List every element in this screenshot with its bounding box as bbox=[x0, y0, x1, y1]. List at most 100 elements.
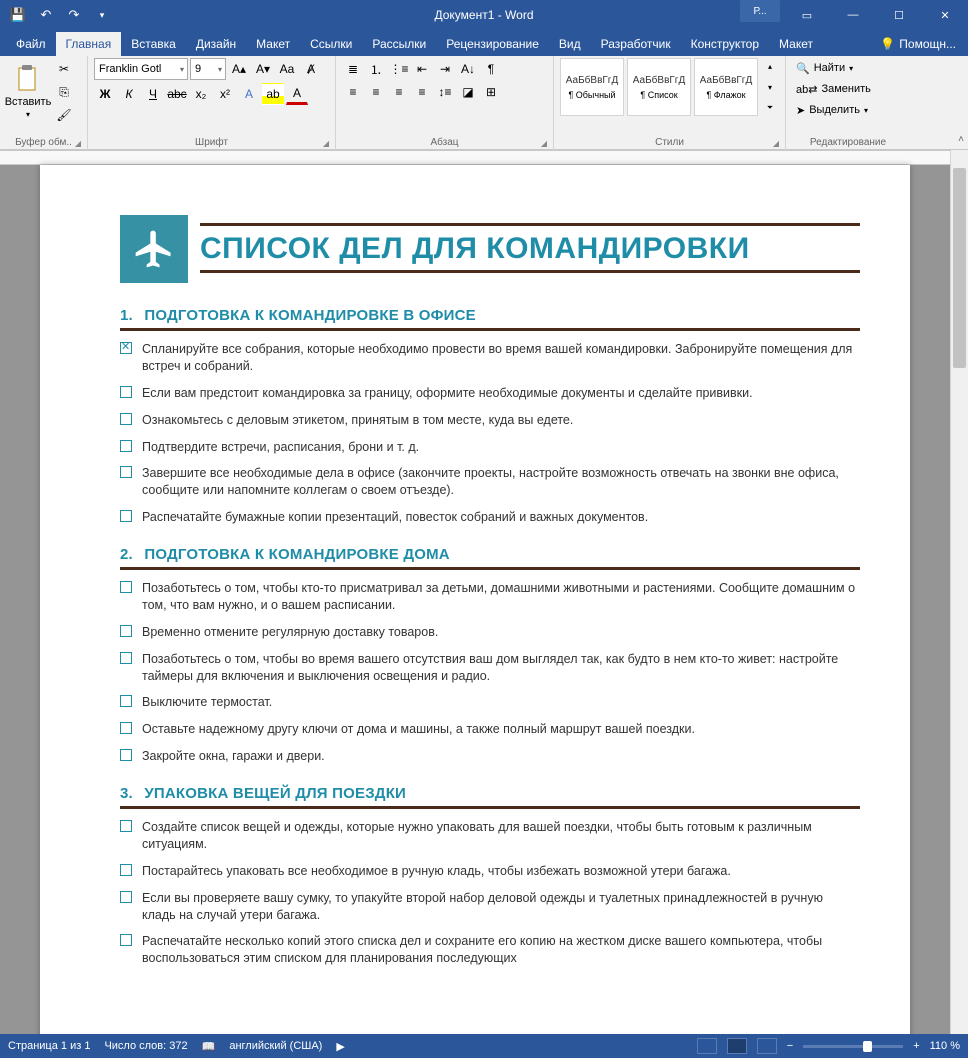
format-painter-icon[interactable]: 🖌 bbox=[53, 104, 75, 126]
read-mode-icon[interactable] bbox=[697, 1038, 717, 1054]
decrease-indent-icon[interactable]: ⇤ bbox=[411, 58, 433, 80]
tab-вид[interactable]: Вид bbox=[549, 32, 591, 56]
tab-конструктор[interactable]: Конструктор bbox=[681, 32, 769, 56]
checkbox[interactable] bbox=[120, 440, 132, 452]
italic-icon[interactable]: К bbox=[118, 83, 140, 105]
grow-font-icon[interactable]: A▴ bbox=[228, 58, 250, 80]
collapse-ribbon-icon[interactable]: ˄ bbox=[958, 134, 964, 145]
close-icon[interactable]: ✕ bbox=[922, 0, 968, 30]
bullets-icon[interactable]: ≣ bbox=[342, 58, 364, 80]
bold-icon[interactable]: Ж bbox=[94, 83, 116, 105]
style-item[interactable]: АаБбВвГгД¶ Флажок bbox=[694, 58, 758, 116]
borders-icon[interactable]: ⊞ bbox=[480, 81, 502, 103]
checkbox[interactable] bbox=[120, 891, 132, 903]
justify-icon[interactable]: ≡ bbox=[411, 81, 433, 103]
tab-вставка[interactable]: Вставка bbox=[121, 32, 186, 56]
dialog-launcher-icon[interactable]: ◢ bbox=[541, 139, 547, 148]
checkbox[interactable] bbox=[120, 749, 132, 761]
print-layout-icon[interactable] bbox=[727, 1038, 747, 1054]
tab-рецензирование[interactable]: Рецензирование bbox=[436, 32, 549, 56]
underline-icon[interactable]: Ч bbox=[142, 83, 164, 105]
tell-me[interactable]: 💡Помощн... bbox=[868, 32, 968, 56]
paste-button[interactable]: Вставить ▾ bbox=[6, 58, 50, 124]
checkbox[interactable] bbox=[120, 625, 132, 637]
tab-макет[interactable]: Макет bbox=[769, 32, 823, 56]
checkbox[interactable] bbox=[120, 342, 132, 354]
checkbox[interactable] bbox=[120, 722, 132, 734]
clear-format-icon[interactable]: Ⱥ bbox=[300, 58, 322, 80]
tab-разработчик[interactable]: Разработчик bbox=[591, 32, 681, 56]
cut-icon[interactable]: ✂ bbox=[53, 58, 75, 80]
highlight-icon[interactable]: ab bbox=[262, 83, 284, 105]
qat-customize-icon[interactable]: ▾ bbox=[90, 3, 114, 27]
page[interactable]: СПИСОК ДЕЛ ДЛЯ КОМАНДИРОВКИ 1. ПОДГОТОВК… bbox=[40, 165, 910, 1034]
vertical-scrollbar[interactable] bbox=[950, 150, 968, 1034]
multilevel-icon[interactable]: ⋮≡ bbox=[388, 58, 410, 80]
change-case-icon[interactable]: Aa bbox=[276, 58, 298, 80]
strike-icon[interactable]: abc bbox=[166, 83, 188, 105]
tab-дизайн[interactable]: Дизайн bbox=[186, 32, 246, 56]
checkbox[interactable] bbox=[120, 652, 132, 664]
macro-icon[interactable]: ▶ bbox=[336, 1040, 344, 1053]
styles-more-icon[interactable]: ⏷ bbox=[763, 99, 777, 116]
find-button[interactable]: 🔍Найти ▾ bbox=[792, 58, 875, 78]
dialog-launcher-icon[interactable]: ◢ bbox=[75, 139, 81, 148]
page-status[interactable]: Страница 1 из 1 bbox=[8, 1040, 90, 1052]
select-button[interactable]: ➤Выделить ▾ bbox=[792, 100, 875, 120]
style-item[interactable]: АаБбВвГгД¶ Список bbox=[627, 58, 691, 116]
increase-indent-icon[interactable]: ⇥ bbox=[434, 58, 456, 80]
font-size-combo[interactable]: 9 bbox=[190, 58, 226, 80]
web-layout-icon[interactable] bbox=[757, 1038, 777, 1054]
tab-главная[interactable]: Главная bbox=[56, 32, 122, 56]
checkbox[interactable] bbox=[120, 510, 132, 522]
save-icon[interactable]: 💾 bbox=[6, 3, 30, 27]
maximize-icon[interactable]: ☐ bbox=[876, 0, 922, 30]
numbering-icon[interactable]: ⒈ bbox=[365, 58, 387, 80]
checkbox[interactable] bbox=[120, 820, 132, 832]
checkbox[interactable] bbox=[120, 581, 132, 593]
undo-icon[interactable]: ↶ bbox=[34, 3, 58, 27]
shrink-font-icon[interactable]: A▾ bbox=[252, 58, 274, 80]
checkbox[interactable] bbox=[120, 934, 132, 946]
ruler[interactable] bbox=[0, 151, 950, 165]
superscript-icon[interactable]: x² bbox=[214, 83, 236, 105]
font-color-icon[interactable]: A bbox=[286, 83, 308, 105]
shading-icon[interactable]: ◪ bbox=[457, 81, 479, 103]
dialog-launcher-icon[interactable]: ◢ bbox=[323, 139, 329, 148]
align-left-icon[interactable]: ≡ bbox=[342, 81, 364, 103]
checkbox[interactable] bbox=[120, 413, 132, 425]
checkbox[interactable] bbox=[120, 466, 132, 478]
checkbox[interactable] bbox=[120, 386, 132, 398]
copy-icon[interactable]: ⎘ bbox=[53, 81, 75, 103]
tab-файл[interactable]: Файл bbox=[6, 32, 56, 56]
text-effects-icon[interactable]: A bbox=[238, 83, 260, 105]
styles-up-icon[interactable]: ▴ bbox=[763, 58, 777, 75]
align-center-icon[interactable]: ≡ bbox=[365, 81, 387, 103]
zoom-slider[interactable] bbox=[803, 1045, 903, 1048]
zoom-in-icon[interactable]: + bbox=[913, 1040, 919, 1052]
language-status[interactable]: английский (США) bbox=[229, 1040, 322, 1052]
styles-down-icon[interactable]: ▾ bbox=[763, 79, 777, 96]
redo-icon[interactable]: ↷ bbox=[62, 3, 86, 27]
show-marks-icon[interactable]: ¶ bbox=[480, 58, 502, 80]
style-item[interactable]: АаБбВвГгД¶ Обычный bbox=[560, 58, 624, 116]
font-name-combo[interactable]: Franklin Gotl bbox=[94, 58, 188, 80]
line-spacing-icon[interactable]: ↕≡ bbox=[434, 81, 456, 103]
ribbon-options-icon[interactable]: ▭ bbox=[784, 0, 830, 30]
checkbox[interactable] bbox=[120, 864, 132, 876]
word-count[interactable]: Число слов: 372 bbox=[104, 1040, 187, 1052]
zoom-level[interactable]: 110 % bbox=[930, 1040, 960, 1052]
tab-рассылки[interactable]: Рассылки bbox=[362, 32, 436, 56]
zoom-out-icon[interactable]: − bbox=[787, 1040, 793, 1052]
tab-ссылки[interactable]: Ссылки bbox=[300, 32, 362, 56]
align-right-icon[interactable]: ≡ bbox=[388, 81, 410, 103]
tab-макет[interactable]: Макет bbox=[246, 32, 300, 56]
account-badge[interactable]: Р... bbox=[740, 0, 780, 22]
subscript-icon[interactable]: x₂ bbox=[190, 83, 212, 105]
minimize-icon[interactable]: — bbox=[830, 0, 876, 30]
replace-button[interactable]: ab⇄Заменить bbox=[792, 79, 875, 99]
sort-icon[interactable]: A↓ bbox=[457, 58, 479, 80]
checkbox[interactable] bbox=[120, 695, 132, 707]
spell-check-icon[interactable]: 📖 bbox=[202, 1040, 216, 1053]
dialog-launcher-icon[interactable]: ◢ bbox=[773, 139, 779, 148]
